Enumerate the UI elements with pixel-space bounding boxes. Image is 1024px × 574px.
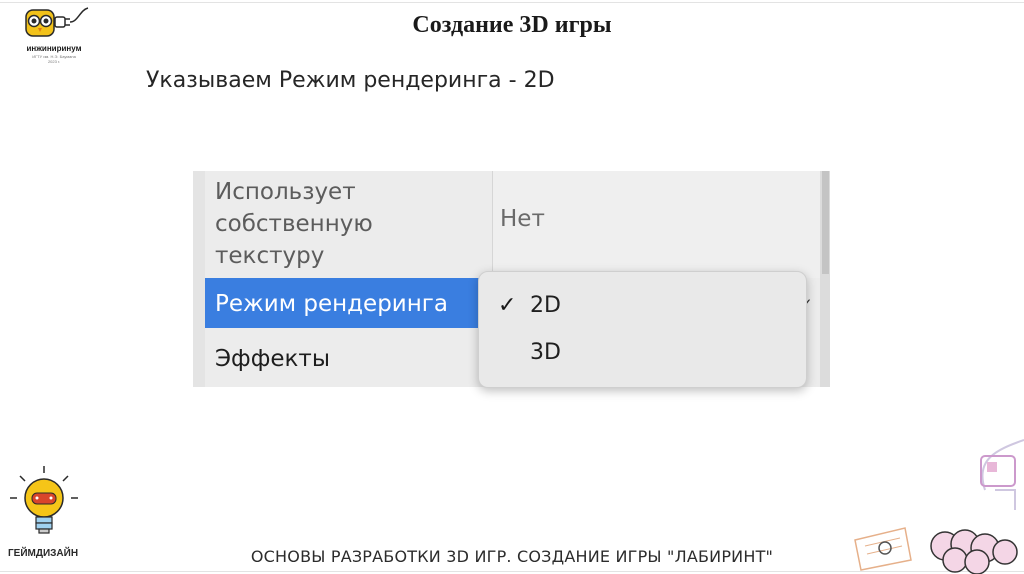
dropdown-option-2d[interactable]: ✓ 2D — [479, 285, 806, 325]
render-mode-label[interactable]: Режим рендеринга — [215, 291, 448, 317]
texture-value[interactable]: Нет — [500, 206, 545, 232]
top-border — [0, 2, 1024, 3]
effects-property-label[interactable]: Эффекты — [215, 346, 330, 372]
scrollbar-thumb[interactable] — [822, 171, 829, 274]
texture-label-line: собственную — [215, 211, 373, 237]
dropdown-option-label: 2D — [530, 293, 561, 318]
slide-title: Создание 3D игры — [412, 12, 612, 38]
checkmark-icon: ✓ — [498, 293, 517, 318]
render-mode-dropdown[interactable]: ✓ 2D 3D — [478, 271, 807, 388]
dropdown-option-label: 3D — [530, 340, 561, 365]
scrollbar[interactable] — [820, 171, 830, 387]
dropdown-option-3d[interactable]: 3D — [479, 332, 806, 372]
logo-subtitle: ИГТУ им. Н.Э. Баумана 2023 г. — [6, 54, 102, 64]
logo-name: инжиниринум — [26, 44, 82, 53]
panel-left-strip — [193, 171, 205, 387]
decorative-doodle-icon — [854, 439, 1024, 574]
lightbulb-gamepad-icon — [10, 466, 78, 534]
texture-label-line: Использует — [215, 179, 356, 205]
slide-subtitle: Указываем Режим рендеринга - 2D — [146, 68, 555, 93]
logo-sub-line2: 2023 г. — [47, 59, 61, 64]
texture-label-line: текстуру — [215, 243, 325, 269]
texture-property-label: Использует собственную текстуру — [215, 176, 485, 272]
